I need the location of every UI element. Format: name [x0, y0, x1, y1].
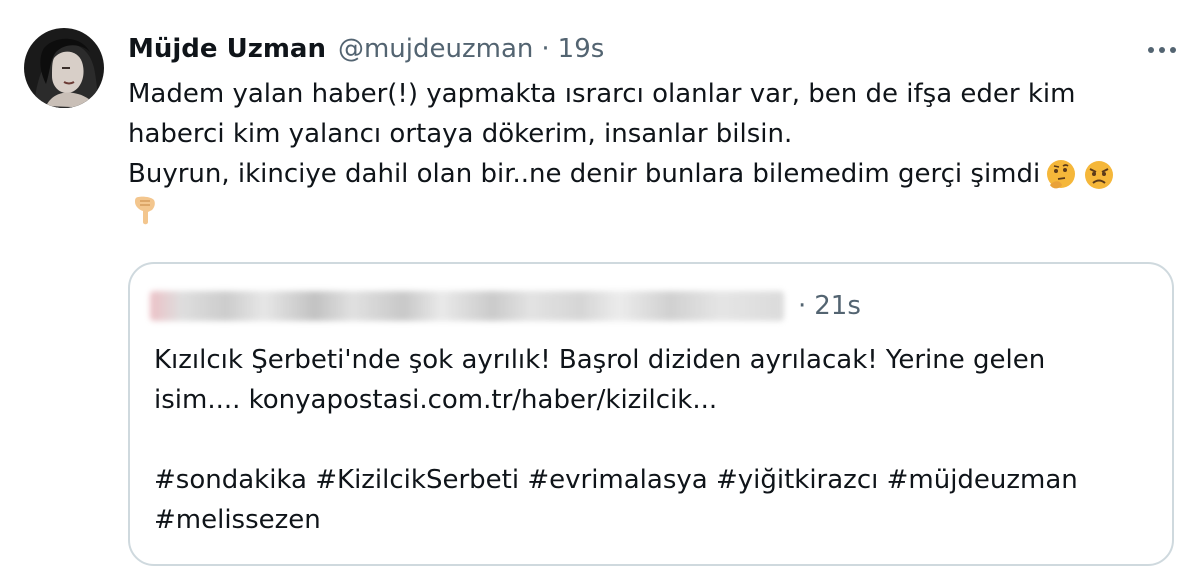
blurred-author [150, 291, 784, 321]
tweet-text-line: Madem yalan haber(!) yapmakta ısrarcı ol… [128, 79, 1076, 109]
avatar-image [24, 28, 104, 108]
tweet-text-line-content: Buyrun, ikinciye dahil olan bir..ne deni… [128, 159, 1041, 189]
quoted-timestamp[interactable]: 21s [814, 291, 861, 321]
quoted-tweet[interactable]: · 21s Kızılcık Şerbeti'nde şok ayrılık! … [128, 262, 1174, 566]
user-handle[interactable]: @mujdeuzman [338, 30, 533, 68]
quoted-text-line: Kızılcık Şerbeti'nde şok ayrılık! Başrol… [154, 345, 1046, 375]
tweet-text: Madem yalan haber(!) yapmakta ısrarcı ol… [128, 74, 1168, 194]
tweet: Müjde Uzman @mujdeuzman · 19s Madem yala… [0, 0, 1200, 572]
timestamp[interactable]: 19s [558, 30, 605, 68]
more-horizontal-icon [1148, 47, 1176, 53]
quoted-link-line[interactable]: isim.... konyapostasi.com.tr/haber/kizil… [154, 380, 1154, 420]
separator-dot: · [541, 34, 550, 64]
angry-face-emoji-icon [1085, 160, 1114, 189]
thinking-face-emoji-icon [1047, 159, 1076, 188]
quoted-tweet-text: Kızılcık Şerbeti'nde şok ayrılık! Başrol… [154, 340, 1154, 540]
avatar[interactable] [24, 28, 104, 108]
display-name[interactable]: Müjde Uzman [128, 30, 326, 68]
pointing-down-emoji-icon [135, 196, 155, 225]
separator-dot: · [798, 291, 807, 321]
hashtag-line[interactable]: #melissezen [154, 500, 1154, 540]
more-options-button[interactable] [1142, 36, 1182, 64]
tweet-text-line: haberci kim yalancı ortaya dökerim, insa… [128, 119, 793, 149]
hashtag-line[interactable]: #sondakika #KizilcikSerbeti #evrimalasya… [154, 460, 1154, 500]
quoted-tweet-header: · 21s [150, 286, 861, 326]
tweet-header: Müjde Uzman @mujdeuzman · 19s [128, 30, 604, 68]
tweet-text-line: Buyrun, ikinciye dahil olan bir..ne deni… [128, 154, 1168, 194]
emoji-row [128, 192, 162, 232]
